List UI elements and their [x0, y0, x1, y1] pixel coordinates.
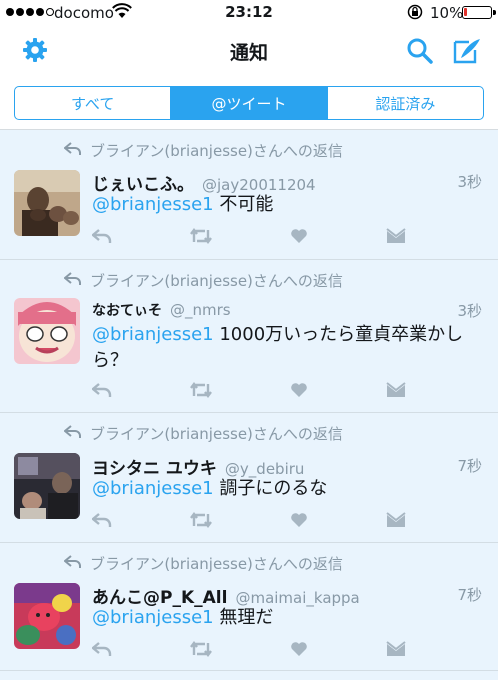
- tab-verified[interactable]: 認証済み: [326, 87, 483, 119]
- timestamp: 7秒: [457, 586, 482, 604]
- like-heart-icon[interactable]: [290, 641, 308, 657]
- nav-bar: 通知: [0, 26, 498, 76]
- reply-context-text: ブライアン(brianjesse)さんへの返信: [90, 425, 343, 443]
- search-icon[interactable]: [406, 37, 434, 65]
- filter-tabs: すべて @ツイート 認証済み: [14, 86, 484, 120]
- avatar[interactable]: [14, 298, 80, 364]
- rotation-lock-icon: [407, 4, 423, 20]
- tweet-actions: [92, 382, 412, 402]
- timestamp: 7秒: [457, 457, 482, 475]
- timestamp: 3秒: [457, 173, 482, 191]
- tweet-text: @brianjesse1 不可能: [92, 192, 482, 218]
- retweet-icon[interactable]: [190, 228, 212, 244]
- tweet-item[interactable]: ブライアン(brianjesse)さんへの返信 ヨシタニ ユウキ @y_debir…: [0, 413, 498, 543]
- mention-link[interactable]: @brianjesse1: [92, 607, 214, 628]
- direct-message-icon[interactable]: [386, 512, 406, 528]
- display-name[interactable]: なおてぃそ @_nmrs: [92, 300, 231, 320]
- reply-icon[interactable]: [92, 512, 112, 528]
- direct-message-icon[interactable]: [386, 382, 406, 398]
- tweet-item[interactable]: ブライアン(brianjesse)さんへの返信 じぇいこふ。 @jay200112…: [0, 130, 498, 260]
- tweet-text: @brianjesse1 調子にのるな: [92, 476, 482, 502]
- tweet-actions: [92, 228, 412, 248]
- direct-message-icon[interactable]: [386, 641, 406, 657]
- avatar[interactable]: [14, 170, 80, 236]
- compose-tweet-icon[interactable]: [452, 37, 482, 65]
- battery-icon: [462, 6, 496, 19]
- battery-level: [464, 8, 467, 16]
- mention-link[interactable]: @brianjesse1: [92, 324, 214, 345]
- mention-link[interactable]: @brianjesse1: [92, 194, 214, 215]
- tweet-text-line1: 1000万いったら童貞卒業かし: [213, 324, 464, 345]
- tweet-text-line1: 不可能: [213, 194, 274, 215]
- battery-percent: 10%: [430, 4, 464, 22]
- retweet-icon[interactable]: [190, 641, 212, 657]
- status-bar: docomo 23:12 10%: [0, 0, 498, 26]
- reply-arrow-icon: [64, 425, 81, 438]
- reply-arrow-icon: [64, 142, 81, 155]
- tab-mentions[interactable]: @ツイート: [170, 87, 327, 119]
- like-heart-icon[interactable]: [290, 228, 308, 244]
- reply-context-text: ブライアン(brianjesse)さんへの返信: [90, 142, 343, 160]
- reply-icon[interactable]: [92, 641, 112, 657]
- reply-arrow-icon: [64, 555, 81, 568]
- tweet-text-line1: 無理だ: [213, 607, 274, 628]
- tweet-text: @brianjesse1 無理だ: [92, 605, 482, 631]
- tweet-actions: [92, 641, 412, 661]
- reply-context-text: ブライアン(brianjesse)さんへの返信: [90, 272, 343, 290]
- tweet-text-line2: ら？: [92, 350, 128, 371]
- notification-feed[interactable]: ブライアン(brianjesse)さんへの返信 じぇいこふ。 @jay200112…: [0, 130, 498, 680]
- direct-message-icon[interactable]: [386, 228, 406, 244]
- reply-icon[interactable]: [92, 228, 112, 244]
- display-name-text: なおてぃそ: [92, 303, 162, 319]
- reply-arrow-icon: [64, 272, 81, 285]
- avatar[interactable]: [14, 453, 80, 519]
- tab-all[interactable]: すべて: [15, 87, 170, 119]
- retweet-icon[interactable]: [190, 512, 212, 528]
- tweet-item[interactable]: ブライアン(brianjesse)さんへの返信 なおてぃそ @_nmrs 3秒 @…: [0, 260, 498, 413]
- tweet-text-line1: 調子にのるな: [213, 478, 328, 499]
- tweet-item[interactable]: ブライアン(brianjesse)さんへの返信 あんこ@P_K_All @maim…: [0, 543, 498, 671]
- mention-link[interactable]: @brianjesse1: [92, 478, 214, 499]
- reply-context-text: ブライアン(brianjesse)さんへの返信: [90, 555, 343, 573]
- tweet-actions: [92, 512, 412, 532]
- like-heart-icon[interactable]: [290, 382, 308, 398]
- handle: @_nmrs: [170, 301, 231, 319]
- avatar[interactable]: [14, 583, 80, 649]
- retweet-icon[interactable]: [190, 382, 212, 398]
- like-heart-icon[interactable]: [290, 512, 308, 528]
- reply-icon[interactable]: [92, 382, 112, 398]
- tweet-text: @brianjesse1 1000万いったら童貞卒業かしら？: [92, 322, 482, 374]
- timestamp: 3秒: [457, 302, 482, 320]
- status-time: 23:12: [225, 3, 273, 21]
